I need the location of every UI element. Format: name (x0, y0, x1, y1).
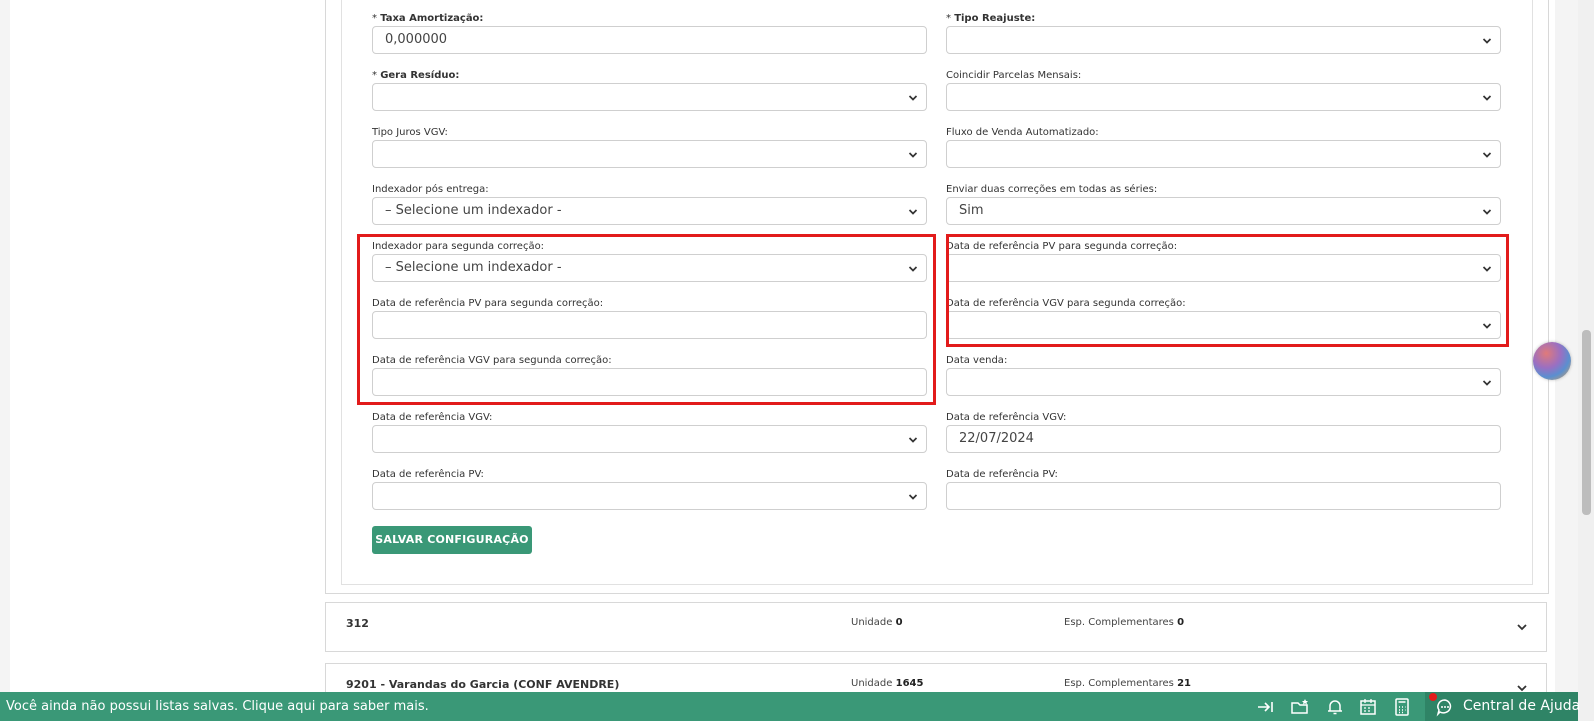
field-label: Coincidir Parcelas Mensais: (946, 70, 1082, 81)
calendar-icon[interactable] (1358, 697, 1378, 717)
bottom-status-bar: Você ainda não possui listas salvas. Cli… (0, 692, 1581, 721)
highlight-box-right (946, 234, 1509, 347)
select-field[interactable] (946, 26, 1501, 54)
save-configuration-button[interactable]: SALVAR CONFIGURAÇÃO (372, 526, 532, 554)
field-label: Data venda: (946, 355, 1008, 366)
saved-lists-message[interactable]: Você ainda não possui listas salvas. Cli… (6, 699, 429, 714)
chevron-down-icon (1482, 380, 1492, 386)
highlight-box-left (357, 234, 936, 405)
list-item[interactable]: 312 Unidade 0 Esp. Complementares 0 (325, 602, 1547, 652)
select-field[interactable]: – Selecione um indexador - (372, 197, 927, 225)
select-field[interactable] (946, 140, 1501, 168)
field-label: Data de referência VGV: (946, 412, 1067, 423)
field-label: * Gera Resíduo: (372, 70, 460, 81)
chevron-down-icon (908, 152, 918, 158)
field-label: * Taxa Amortização: (372, 13, 484, 24)
select-field[interactable] (372, 425, 927, 453)
unit-count: Unidade 1645 (851, 678, 924, 689)
assistant-avatar-icon[interactable] (1533, 342, 1571, 380)
chevron-down-icon (1482, 152, 1492, 158)
scrollbar-thumb[interactable] (1582, 330, 1591, 515)
select-field[interactable] (946, 368, 1501, 396)
chevron-down-icon (1482, 95, 1492, 101)
chevron-down-icon (908, 494, 918, 500)
enterprise-code: 9201 - Varandas do Garcia (CONF AVENDRE) (346, 678, 620, 691)
field-label: Indexador pós entrega: (372, 184, 489, 195)
folder-star-icon[interactable] (1290, 697, 1310, 717)
field-value: Sim (959, 203, 984, 218)
chat-icon (1436, 699, 1452, 717)
chevron-down-icon (908, 209, 918, 215)
enterprise-code: 312 (346, 617, 369, 630)
arrow-to-line-icon[interactable] (1255, 697, 1275, 717)
field-label: Data de referência PV: (946, 469, 1058, 480)
select-field[interactable] (946, 83, 1501, 111)
field-value: – Selecione um indexador - (385, 203, 562, 218)
complementary-count: Esp. Complementares 21 (1064, 678, 1191, 689)
field-label: Data de referência PV: (372, 469, 484, 480)
input-field[interactable]: 22/07/2024 (946, 425, 1501, 453)
field-label: Data de referência VGV: (372, 412, 493, 423)
select-field[interactable]: Sim (946, 197, 1501, 225)
chevron-down-icon (1482, 38, 1492, 44)
field-label: Tipo Juros VGV: (372, 127, 448, 138)
field-value: 0,000000 (385, 32, 448, 47)
select-field[interactable] (372, 83, 927, 111)
bell-icon[interactable] (1325, 697, 1345, 717)
field-label: * Tipo Reajuste: (946, 13, 1036, 24)
help-center-button[interactable]: Central de Ajuda (1425, 692, 1581, 721)
chevron-down-icon[interactable] (1516, 621, 1528, 633)
complementary-count: Esp. Complementares 0 (1064, 617, 1185, 628)
input-field[interactable] (946, 482, 1501, 510)
input-field[interactable]: 0,000000 (372, 26, 927, 54)
unit-count: Unidade 0 (851, 617, 903, 628)
notification-dot (1429, 693, 1437, 701)
help-center-label: Central de Ajuda (1463, 698, 1581, 714)
field-value: 22/07/2024 (959, 431, 1034, 446)
select-field[interactable] (372, 140, 927, 168)
field-label: Enviar duas correções em todas as séries… (946, 184, 1158, 195)
vertical-scrollbar[interactable] (1578, 0, 1594, 721)
chevron-down-icon (908, 95, 918, 101)
select-field[interactable] (372, 482, 927, 510)
field-label: Fluxo de Venda Automatizado: (946, 127, 1099, 138)
calculator-icon[interactable] (1392, 697, 1412, 717)
chevron-down-icon (1482, 209, 1492, 215)
chevron-down-icon (908, 437, 918, 443)
